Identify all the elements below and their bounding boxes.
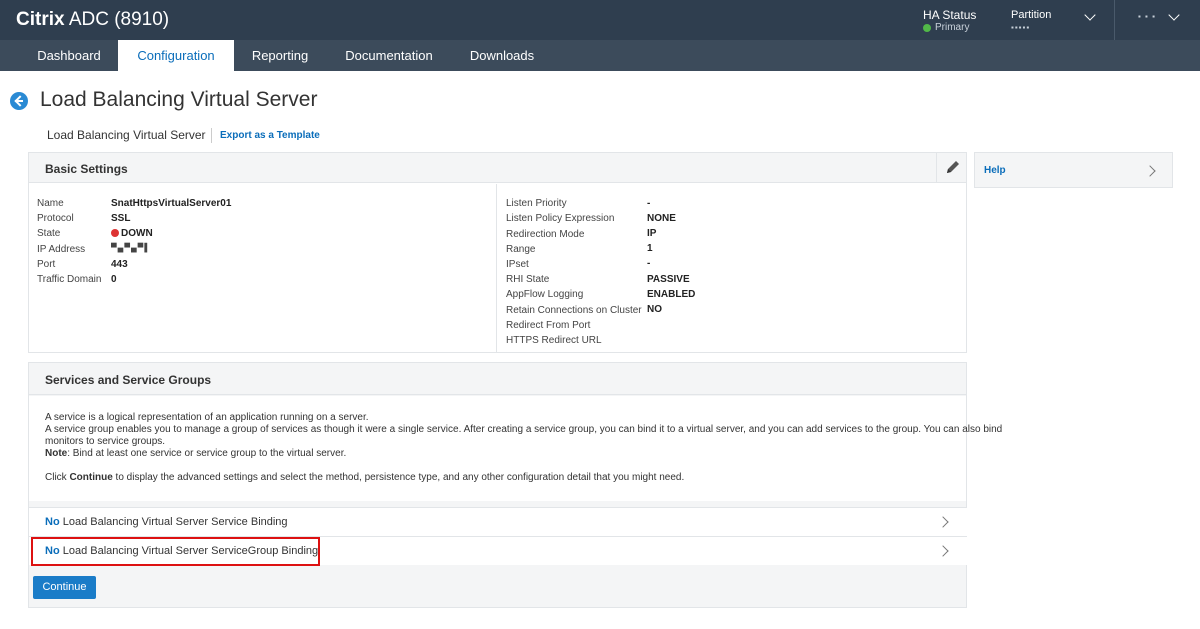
value-listen-priority: -	[647, 198, 651, 209]
pencil-icon	[947, 161, 959, 173]
status-down-icon	[111, 229, 119, 237]
main-nav: Dashboard Configuration Reporting Docume…	[0, 40, 1200, 71]
label-range: Range	[506, 244, 536, 255]
partition-chevron-down-icon[interactable]	[1084, 9, 1096, 21]
tab-dashboard[interactable]: Dashboard	[22, 40, 116, 71]
brand-name: Citrix	[16, 9, 65, 30]
service-binding-count: No	[45, 516, 60, 528]
services-title: Services and Service Groups	[45, 373, 212, 387]
desc-line-2: A service group enables you to manage a …	[45, 424, 1003, 435]
desc-line-3: monitors to service groups.	[45, 436, 166, 447]
service-binding-label: No Load Balancing Virtual Server Service…	[45, 516, 288, 528]
page-title: Load Balancing Virtual Server	[40, 88, 318, 111]
settings-column-divider	[496, 184, 497, 353]
breadcrumb-divider	[211, 128, 212, 143]
help-panel[interactable]: Help	[974, 152, 1173, 188]
partition-value: ▪▪▪▪▪	[1011, 23, 1031, 32]
label-appflow-logging: AppFlow Logging	[506, 289, 584, 300]
label-ipset: IPset	[506, 259, 529, 270]
basic-settings-header: Basic Settings	[29, 153, 966, 183]
product-brand: Citrix ADC (8910)	[16, 9, 169, 31]
help-chevron-right-icon	[1144, 165, 1156, 177]
click-bold: Continue	[69, 472, 113, 483]
label-https-redirect-url: HTTPS Redirect URL	[506, 335, 602, 346]
value-rhi-state: PASSIVE	[647, 274, 690, 285]
label-state: State	[37, 228, 61, 239]
highlight-box	[31, 537, 320, 566]
label-redirection-mode: Redirection Mode	[506, 229, 585, 240]
partition-selector[interactable]: Partition ▪▪▪▪▪	[1011, 8, 1051, 34]
services-panel: Services and Service Groups A service is…	[28, 362, 1002, 608]
ha-status-value: Primary	[935, 22, 970, 33]
value-range: 1	[647, 243, 653, 254]
value-redirection-mode: IP	[647, 228, 657, 239]
note-text: : Bind at least one service or service g…	[67, 448, 347, 459]
continue-button[interactable]: Continue	[33, 576, 96, 599]
ha-status: HA Status Primary	[923, 8, 976, 34]
user-menu[interactable]: ▪ ▪ ▪	[1138, 12, 1156, 21]
desc-note: Note: Bind at least one service or servi…	[45, 448, 346, 459]
label-listen-priority: Listen Priority	[506, 198, 567, 209]
note-label: Note	[45, 448, 68, 459]
value-name: SnatHttpsVirtualServer01	[111, 198, 232, 209]
desc-line-1: A service is a logical representation of…	[45, 412, 369, 423]
value-retain-connections: NO	[647, 304, 662, 315]
service-binding-text: Load Balancing Virtual Server Service Bi…	[59, 516, 288, 528]
value-traffic-domain: 0	[111, 274, 117, 285]
services-header: Services and Service Groups	[29, 363, 966, 395]
export-template-link[interactable]: Export as a Template	[220, 130, 320, 141]
value-protocol: SSL	[111, 213, 131, 224]
header-divider	[1114, 0, 1115, 40]
tab-documentation[interactable]: Documentation	[330, 40, 448, 71]
value-state: DOWN	[111, 228, 153, 239]
ha-status-label: HA Status	[923, 8, 977, 22]
services-description: A service is a logical representation of…	[29, 396, 1002, 501]
ha-status-dot-icon	[923, 24, 931, 32]
back-arrow-icon[interactable]	[10, 92, 28, 110]
value-listen-policy-expression: NONE	[647, 213, 676, 224]
partition-label: Partition	[1011, 9, 1052, 21]
user-chevron-down-icon[interactable]	[1168, 9, 1180, 21]
label-redirect-from-port: Redirect From Port	[506, 320, 591, 331]
label-name: Name	[37, 198, 64, 209]
label-protocol: Protocol	[37, 213, 74, 224]
service-binding-row[interactable]: No Load Balancing Virtual Server Service…	[29, 507, 967, 536]
label-rhi-state: RHI State	[506, 274, 550, 285]
breadcrumb: Load Balancing Virtual Server	[47, 128, 206, 142]
click-post: to display the advanced settings and sel…	[112, 472, 685, 483]
tab-reporting[interactable]: Reporting	[236, 40, 324, 71]
value-appflow-logging: ENABLED	[647, 289, 696, 300]
desc-click-continue: Click Continue to display the advanced s…	[45, 472, 684, 483]
label-port: Port	[37, 259, 56, 270]
chevron-right-icon	[937, 545, 949, 557]
edit-button[interactable]	[936, 153, 966, 183]
basic-settings-panel: Basic Settings Name SnatHttpsVirtualServ…	[28, 152, 967, 353]
chevron-right-icon	[937, 516, 949, 528]
top-bar: Citrix ADC (8910) HA Status Primary Part…	[0, 0, 1200, 40]
label-traffic-domain: Traffic Domain	[37, 274, 102, 285]
value-ip-address: ▀▄▀▄▀▌	[111, 243, 152, 252]
label-retain-connections: Retain Connections on Cluster	[506, 305, 642, 316]
basic-settings-title: Basic Settings	[45, 162, 128, 176]
label-ip-address: IP Address	[37, 244, 86, 255]
click-pre: Click	[45, 472, 70, 483]
label-listen-policy-expression: Listen Policy Expression	[506, 213, 615, 224]
tab-configuration[interactable]: Configuration	[118, 40, 234, 71]
value-state-text: DOWN	[121, 228, 153, 239]
value-ipset: -	[647, 258, 651, 269]
brand-model: ADC (8910)	[68, 9, 170, 30]
help-label: Help	[984, 165, 1006, 176]
value-port: 443	[111, 259, 128, 270]
tab-downloads[interactable]: Downloads	[456, 40, 548, 71]
